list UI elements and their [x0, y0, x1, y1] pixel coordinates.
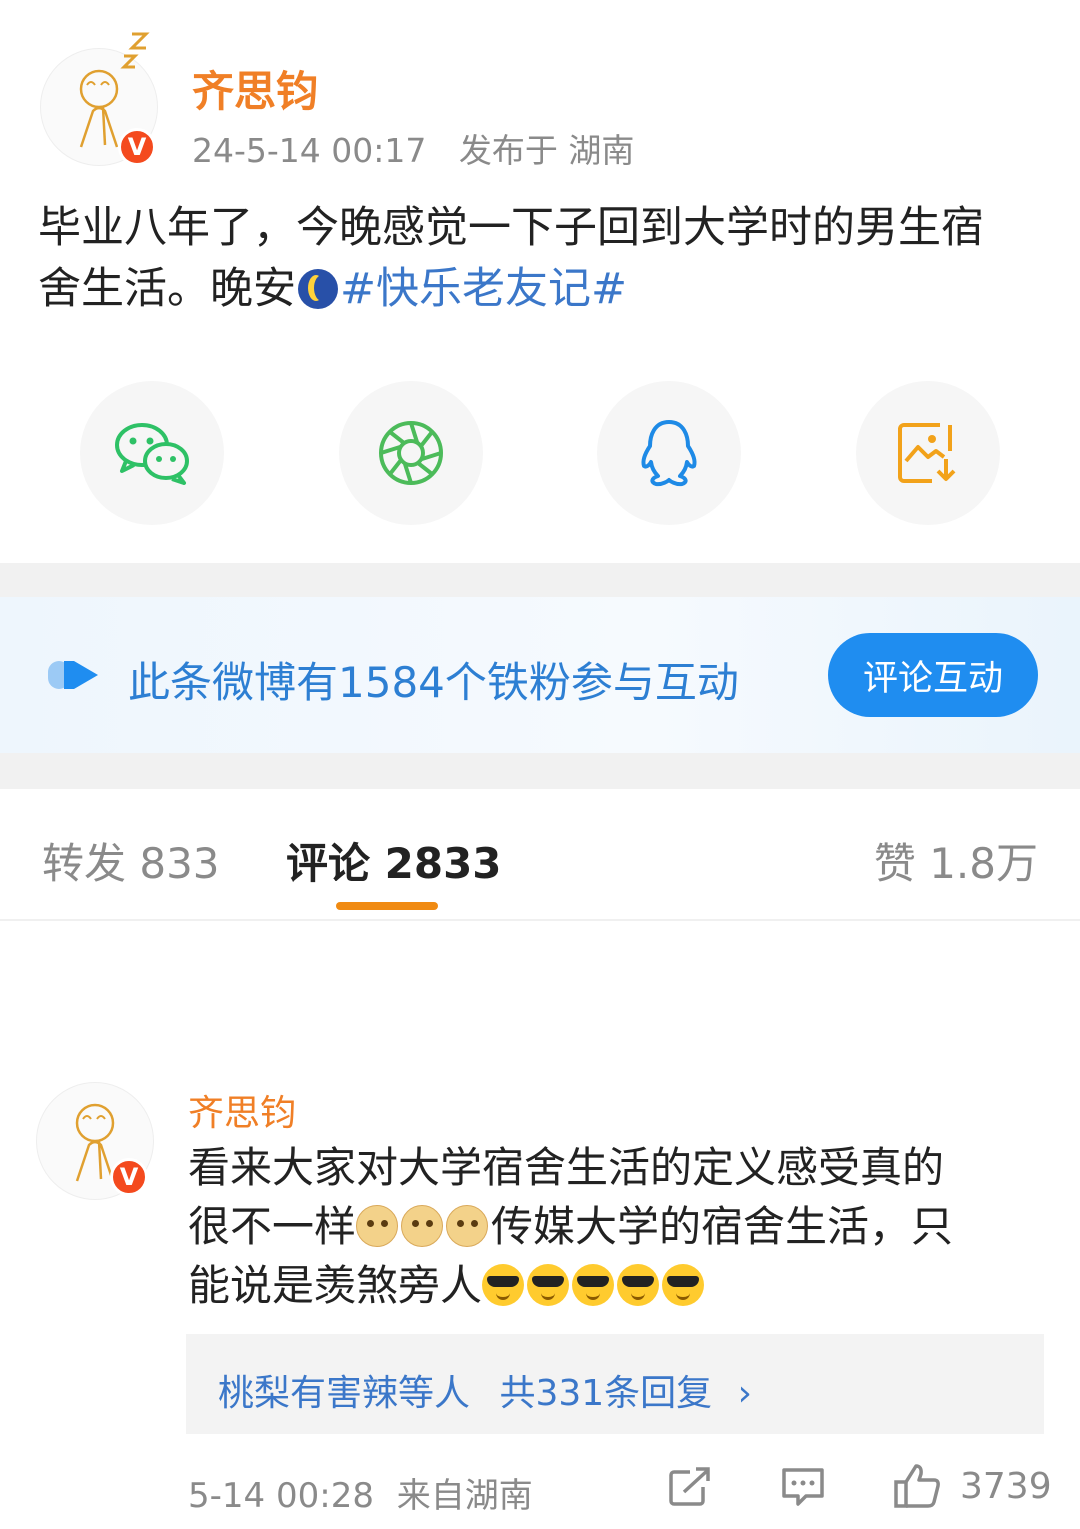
qq-icon	[641, 420, 697, 487]
tabs-divider	[0, 919, 1080, 921]
comment-icon[interactable]	[780, 1466, 826, 1508]
replies-link[interactable]: 桃梨有害辣等人 共331条回复 ›	[218, 1364, 752, 1416]
comment-location: 来自湖南	[396, 1476, 533, 1516]
comment-line-2: 很不一样 传媒大学的宿舍生活，只	[188, 1197, 1048, 1256]
comment-line-3-body: 能说是羡煞旁人	[188, 1261, 483, 1310]
verified-badge: V	[118, 128, 156, 166]
fan-interaction-text: 此条微博有1584个铁粉参与互动	[128, 658, 739, 707]
fan-play-icon	[48, 661, 98, 689]
cool-sunglasses-emoji-icon	[572, 1264, 615, 1306]
share-icon[interactable]	[668, 1466, 712, 1508]
post-text-line-1: 毕业八年了，今晚感觉一下子回到大学时的男生宿	[38, 203, 984, 253]
doge-emoji-icon	[356, 1205, 399, 1247]
like-thumb-icon[interactable]	[892, 1462, 942, 1510]
share-qq-button[interactable]	[597, 381, 741, 525]
cool-sunglasses-emoji-icon	[527, 1264, 570, 1306]
fan-interaction-banner[interactable]: 此条微博有1584个铁粉参与互动 评论互动	[0, 597, 1080, 753]
doge-emoji-icon	[446, 1205, 489, 1247]
tab-comments[interactable]: 评论 2833	[286, 830, 502, 891]
comment-author-name[interactable]: 齐思钧	[188, 1084, 296, 1136]
comment-interact-button[interactable]: 评论互动	[828, 633, 1038, 717]
replies-count: 共331条回复	[499, 1373, 713, 1414]
share-wechat-button[interactable]	[80, 381, 224, 525]
cool-sunglasses-emoji-icon	[482, 1264, 525, 1306]
sleep-zzz-icon	[120, 32, 150, 69]
post-location: 发布于 湖南	[458, 131, 635, 170]
moments-icon	[379, 421, 443, 485]
comment-line-2-post: 传媒大学的宿舍生活，只	[491, 1202, 954, 1251]
tab-likes[interactable]: 赞 1.8万	[874, 830, 1038, 891]
comment-meta: 5-14 00:28 来自湖南	[188, 1468, 533, 1517]
comment-verified-badge: V	[110, 1158, 148, 1196]
replies-by: 桃梨有害辣等人	[218, 1373, 471, 1414]
post-text: 毕业八年了，今晚感觉一下子回到大学时的男生宿 舍生活。晚安 #快乐老友记#	[38, 198, 1048, 320]
tab-repost[interactable]: 转发 833	[42, 830, 220, 891]
doge-emoji-icon	[401, 1205, 444, 1247]
comment-line-1: 看来大家对大学宿舍生活的定义感受真的	[188, 1143, 945, 1192]
replies-preview[interactable]: 桃梨有害辣等人 共331条回复 ›	[186, 1334, 1044, 1434]
post-meta: 24-5-14 00:17 发布于 湖南	[192, 124, 634, 172]
comment-line-3: 能说是羡煞旁人	[188, 1256, 1048, 1315]
section-divider-2	[0, 753, 1080, 789]
comment-line-2-pre: 很不一样	[188, 1202, 357, 1251]
post-text-line-2-body: 舍生活。晚安	[38, 264, 296, 314]
comment-like-count: 3739	[960, 1466, 1052, 1507]
chevron-right-icon: ›	[737, 1373, 753, 1414]
post-time: 24-5-14 00:17	[192, 131, 427, 170]
save-image-button[interactable]	[856, 381, 1000, 525]
cool-sunglasses-emoji-icon	[617, 1264, 660, 1306]
cool-sunglasses-emoji-icon	[662, 1264, 705, 1306]
goodnight-moon-icon	[298, 269, 338, 309]
post-author-name[interactable]: 齐思钧	[192, 58, 318, 119]
active-tab-indicator	[336, 902, 438, 910]
share-moments-button[interactable]	[339, 381, 483, 525]
wechat-icon	[115, 423, 189, 485]
save-image-icon	[898, 423, 956, 483]
comment-time: 5-14 00:28	[188, 1476, 374, 1516]
hashtag-link[interactable]: #快乐老友记#	[340, 264, 627, 314]
comment-text: 看来大家对大学宿舍生活的定义感受真的 很不一样 传媒大学的宿舍生活，只 能说是羡煞…	[188, 1138, 1048, 1315]
post-text-line-2: 舍生活。晚安 #快乐老友记#	[38, 259, 1048, 320]
section-divider	[0, 563, 1080, 597]
